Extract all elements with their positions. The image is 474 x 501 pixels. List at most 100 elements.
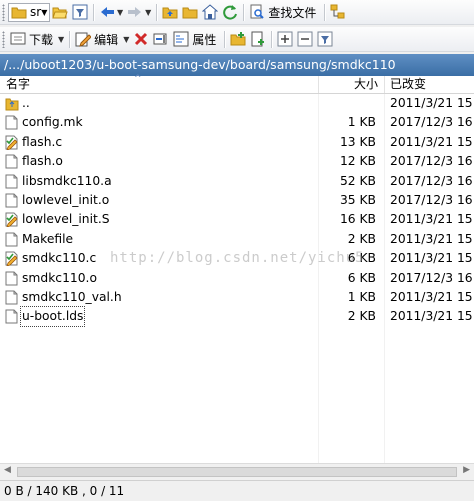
chevron-down-icon: ▼ bbox=[123, 34, 130, 44]
file-name: libsmdkc110.a bbox=[22, 173, 112, 188]
scrollbar-thumb[interactable] bbox=[17, 467, 457, 477]
file-name: u-boot.lds bbox=[19, 306, 86, 328]
back-button[interactable]: ▼ bbox=[97, 2, 125, 23]
toolbar-separator bbox=[324, 3, 326, 21]
filter-button[interactable] bbox=[70, 2, 90, 23]
file-modified: 2011/3/21 15:15 bbox=[390, 290, 474, 304]
file-actions-toolbar: 下载 ▼ 编辑 ▼ 属性 bbox=[0, 27, 474, 52]
parent-directory-button[interactable] bbox=[160, 2, 180, 23]
file-row[interactable]: lowlevel_init.S 16 KB 2011/3/21 15:15 bbox=[0, 210, 474, 229]
new-folder-icon bbox=[230, 31, 246, 47]
file-row[interactable]: flash.o 12 KB 2017/12/3 16:48 bbox=[0, 152, 474, 171]
file-manager-window: sr ▼ ▼ ▼ 查找文件 下载 ▼ 编辑 ▼ 属性 /.../uboot120… bbox=[0, 0, 474, 501]
scroll-right-icon[interactable]: ▶ bbox=[463, 465, 470, 475]
drive-label: sr bbox=[30, 5, 42, 19]
refresh-button[interactable] bbox=[220, 2, 240, 23]
file-modified: 2017/12/3 16:47 bbox=[390, 115, 474, 130]
toolbar-separator bbox=[224, 30, 226, 48]
chevron-down-icon: ▼ bbox=[117, 7, 124, 17]
filter-icon bbox=[72, 4, 88, 20]
toolbar-separator bbox=[156, 3, 158, 21]
rename-icon bbox=[153, 31, 169, 47]
find-files-icon bbox=[249, 4, 265, 20]
folder-icon bbox=[11, 4, 27, 20]
new-folder-button[interactable] bbox=[228, 29, 248, 50]
open-folder-icon bbox=[52, 4, 68, 20]
file-name: smdkc110_val.h bbox=[22, 290, 122, 304]
filter-selection-button[interactable] bbox=[315, 29, 335, 50]
home-icon bbox=[201, 4, 219, 20]
toolbar-grip[interactable] bbox=[2, 30, 5, 48]
find-files-label: 查找文件 bbox=[268, 5, 317, 20]
delete-button[interactable] bbox=[131, 29, 151, 50]
column-header-modified[interactable]: 已改变 bbox=[390, 76, 426, 93]
edit-label: 编辑 bbox=[94, 32, 119, 47]
file-row[interactable]: u-boot.lds 2 KB 2011/3/21 15:15 bbox=[0, 306, 474, 328]
file-row[interactable]: smdkc110.c 6 KB 2011/3/21 15:15 bbox=[0, 249, 474, 268]
file-row[interactable]: smdkc110.o 6 KB 2017/12/3 16:48 bbox=[0, 269, 474, 288]
new-file-button[interactable] bbox=[248, 29, 268, 50]
tree-view-button[interactable] bbox=[328, 2, 348, 23]
toolbar-grip[interactable] bbox=[2, 3, 5, 21]
file-row[interactable]: flash.c 13 KB 2011/3/21 15:15 bbox=[0, 133, 474, 152]
edit-icon bbox=[75, 31, 92, 47]
file-row[interactable]: smdkc110_val.h 1 KB 2011/3/21 15:15 bbox=[0, 288, 474, 307]
file-name: .. bbox=[22, 96, 30, 110]
scroll-left-icon[interactable]: ◀ bbox=[4, 465, 11, 475]
filter-icon bbox=[317, 31, 333, 47]
column-header-size[interactable]: 大小 bbox=[318, 76, 378, 93]
status-bar: 0 B / 140 KB , 0 / 11 bbox=[0, 480, 474, 501]
column-header: 名字 ^ 大小 已改变 bbox=[0, 74, 474, 94]
file-row[interactable]: config.mk 1 KB 2017/12/3 16:47 bbox=[0, 113, 474, 132]
root-folder-icon bbox=[182, 4, 198, 20]
chevron-down-icon: ▼ bbox=[41, 7, 48, 17]
column-header-name[interactable]: 名字 bbox=[6, 76, 30, 93]
forward-button[interactable]: ▼ bbox=[125, 2, 153, 23]
deselect-button[interactable] bbox=[295, 29, 315, 50]
file-row[interactable]: libsmdkc110.a 52 KB 2017/12/3 16:48 bbox=[0, 172, 474, 191]
file-row[interactable]: lowlevel_init.o 35 KB 2017/12/3 16:48 bbox=[0, 191, 474, 210]
file-size: 12 KB bbox=[339, 154, 376, 169]
home-button[interactable] bbox=[200, 2, 220, 23]
file-list: .. 2011/3/21 15:15 config.mk 1 KB 2017/1… bbox=[0, 94, 474, 463]
sort-ascending-icon: ^ bbox=[134, 74, 142, 84]
root-directory-button[interactable] bbox=[180, 2, 200, 23]
toolbar-separator bbox=[243, 3, 245, 21]
current-path-bar[interactable]: /.../uboot1203/u-boot-samsung-dev/board/… bbox=[0, 54, 474, 76]
file-size: 6 KB bbox=[347, 251, 376, 266]
file-size: 6 KB bbox=[347, 270, 376, 285]
open-directory-button[interactable] bbox=[50, 2, 70, 23]
file-name: flash.c bbox=[22, 134, 63, 149]
file-size: 13 KB bbox=[339, 134, 376, 149]
download-button[interactable]: 下载 ▼ bbox=[8, 29, 66, 50]
file-name: smdkc110.c bbox=[22, 251, 97, 266]
plus-icon bbox=[277, 31, 293, 47]
find-files-button[interactable]: 查找文件 bbox=[247, 2, 321, 23]
new-file-icon bbox=[250, 31, 266, 47]
file-modified: 2011/3/21 15:15 bbox=[390, 309, 474, 324]
back-arrow-icon bbox=[99, 4, 115, 20]
file-modified: 2017/12/3 16:48 bbox=[390, 193, 474, 207]
download-icon bbox=[10, 31, 26, 47]
file-name: config.mk bbox=[22, 115, 83, 130]
forward-arrow-icon bbox=[127, 4, 143, 20]
toolbar-separator bbox=[69, 30, 71, 48]
minus-icon bbox=[297, 31, 313, 47]
edit-button[interactable]: 编辑 ▼ bbox=[73, 29, 131, 50]
file-modified: 2017/12/3 16:48 bbox=[390, 173, 474, 188]
rename-button[interactable] bbox=[151, 29, 171, 50]
file-size: 1 KB bbox=[347, 290, 376, 304]
file-row[interactable]: .. 2011/3/21 15:15 bbox=[0, 94, 474, 113]
file-icon bbox=[5, 309, 18, 330]
delete-icon bbox=[133, 31, 149, 47]
file-modified: 2017/12/3 16:48 bbox=[390, 154, 474, 169]
file-size: 35 KB bbox=[339, 193, 376, 207]
file-modified: 2017/12/3 16:48 bbox=[390, 270, 474, 285]
properties-button[interactable]: 属性 bbox=[171, 29, 221, 50]
select-all-button[interactable] bbox=[275, 29, 295, 50]
drive-selector[interactable]: sr ▼ bbox=[8, 2, 50, 22]
file-modified: 2011/3/21 15:15 bbox=[390, 96, 474, 110]
file-row[interactable]: Makefile 2 KB 2011/3/21 15:15 bbox=[0, 230, 474, 249]
horizontal-scrollbar[interactable]: ◀ ▶ bbox=[0, 463, 474, 480]
column-divider[interactable] bbox=[384, 76, 385, 93]
